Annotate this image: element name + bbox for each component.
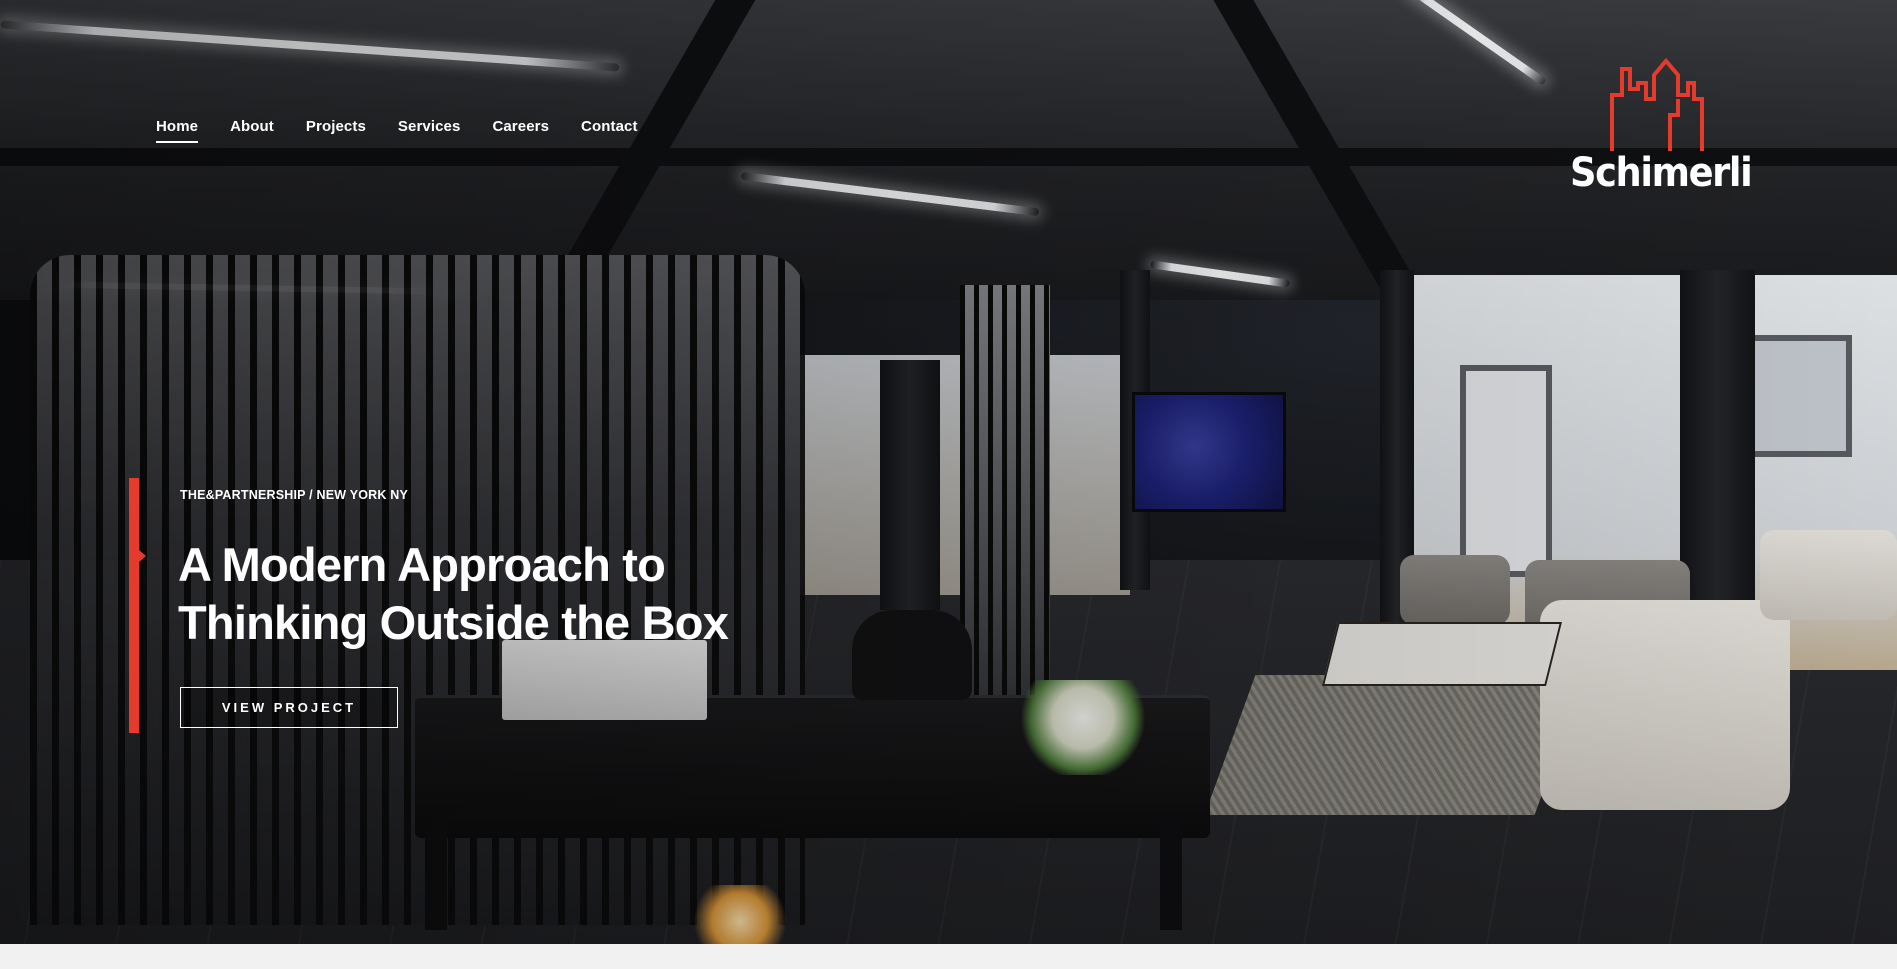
nav-list: Home About Projects Services Careers Con… (156, 118, 670, 143)
hero-headline: A Modern Approach to Thinking Outside th… (178, 536, 818, 652)
view-project-button[interactable]: VIEW PROJECT (180, 687, 398, 728)
headline-line-2: Thinking Outside the Box (178, 596, 729, 649)
nav-item-home[interactable]: Home (156, 118, 199, 143)
hero-section: Home About Projects Services Careers Con… (0, 0, 1897, 944)
accent-bar (129, 478, 139, 733)
nav-item-projects[interactable]: Projects (306, 118, 366, 143)
nav-item-services[interactable]: Services (398, 118, 461, 143)
city-skyline-icon (1610, 57, 1704, 151)
page: Home About Projects Services Careers Con… (0, 0, 1897, 969)
page-bottom-strip (0, 944, 1897, 969)
nav-item-about[interactable]: About (230, 118, 274, 143)
headline-line-1: A Modern Approach to (178, 538, 666, 591)
brand-logo[interactable]: Schimerli (1570, 55, 1760, 205)
project-kicker: THE&PARTNERSHIP / NEW YORK NY (180, 488, 409, 502)
brand-name: Schimerli (1570, 150, 1753, 196)
nav-item-careers[interactable]: Careers (492, 118, 549, 143)
nav-item-contact[interactable]: Contact (581, 118, 638, 143)
accent-notch (139, 550, 146, 562)
